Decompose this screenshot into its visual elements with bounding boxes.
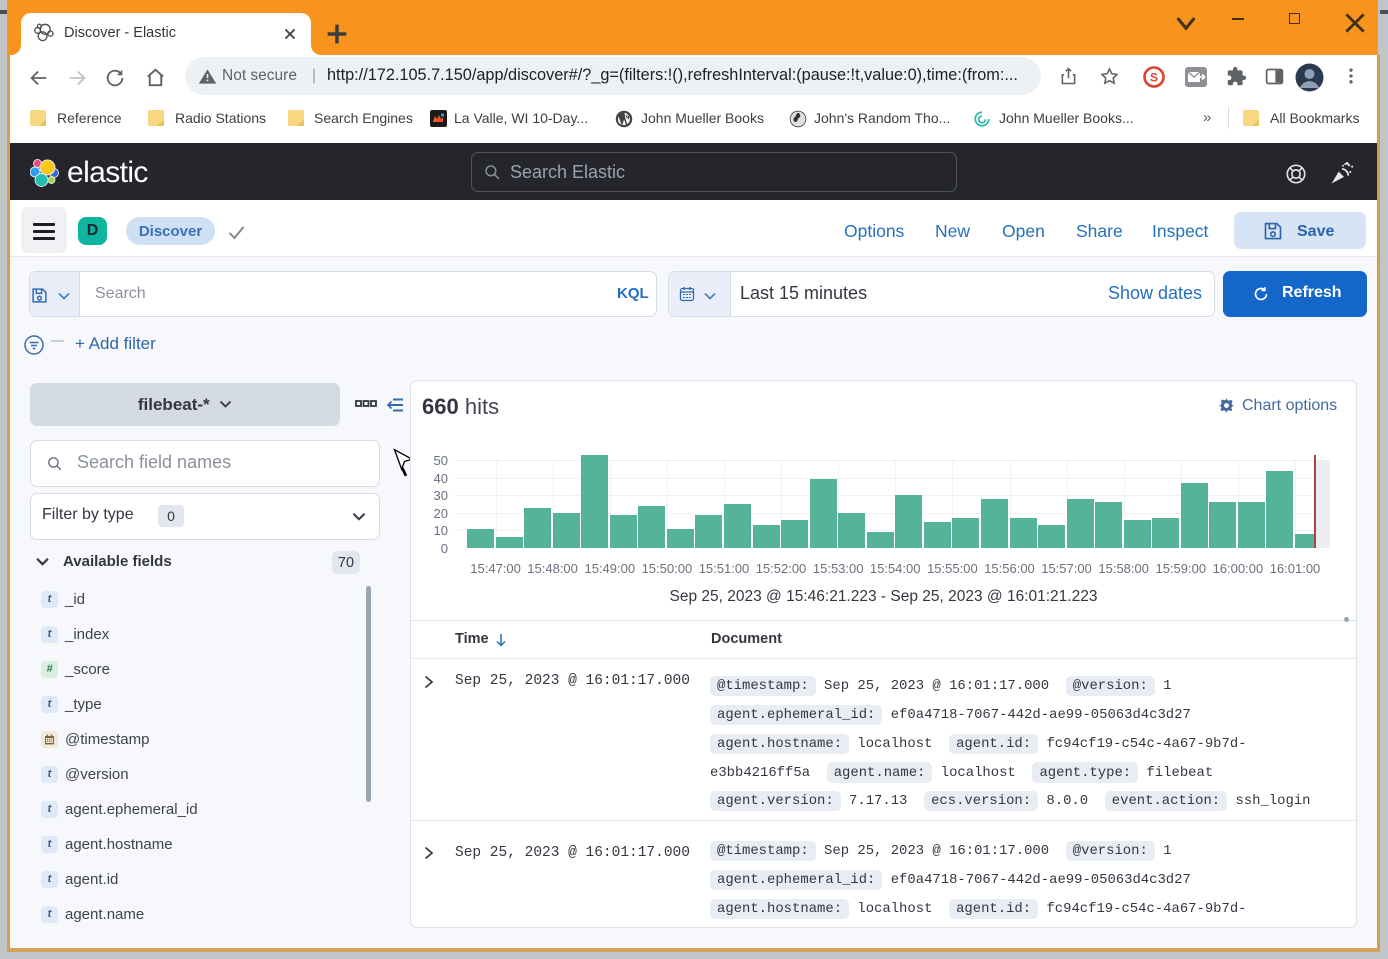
svg-text:S: S <box>1150 71 1158 85</box>
